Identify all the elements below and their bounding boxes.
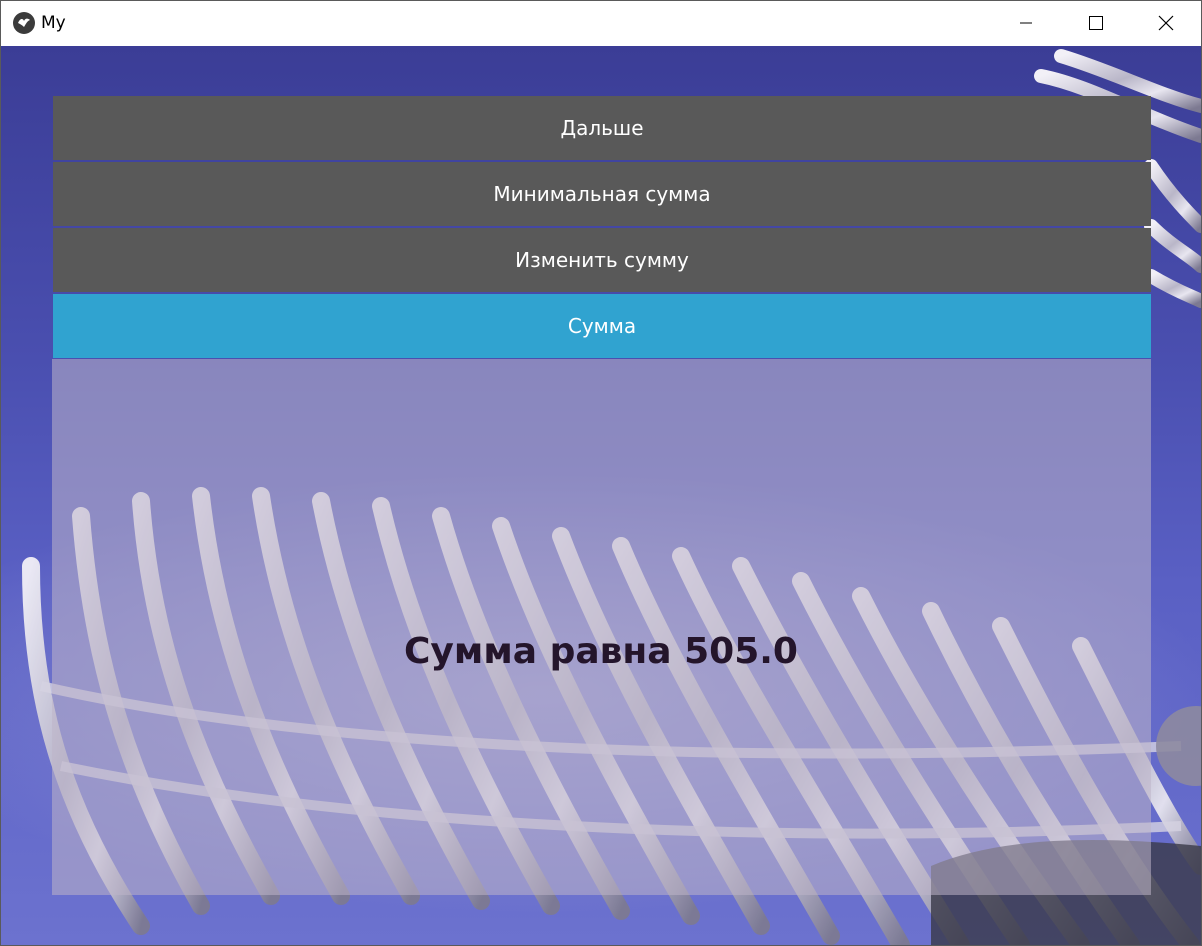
minimize-icon [1020,22,1032,24]
min-sum-button[interactable]: Минимальная сумма [53,162,1151,226]
maximize-icon [1089,16,1103,30]
change-sum-button[interactable]: Изменить сумму [53,228,1151,292]
title-bar[interactable]: My [1,1,1201,45]
window-title: My [41,13,66,33]
minimize-button[interactable] [991,1,1061,45]
next-button[interactable]: Дальше [53,96,1151,160]
app-content: Дальше Минимальная сумма Изменить сумму … [1,46,1201,945]
kivy-app-icon [13,12,35,34]
maximize-button[interactable] [1061,1,1131,45]
sum-button[interactable]: Сумма [53,294,1151,358]
close-icon [1158,15,1174,31]
app-window: My Дальше Минимальная сумма Изменить сум… [0,0,1202,946]
result-panel [52,359,1151,895]
window-controls [991,1,1201,45]
close-button[interactable] [1131,1,1201,45]
result-label: Сумма равна 505.0 [404,631,798,672]
